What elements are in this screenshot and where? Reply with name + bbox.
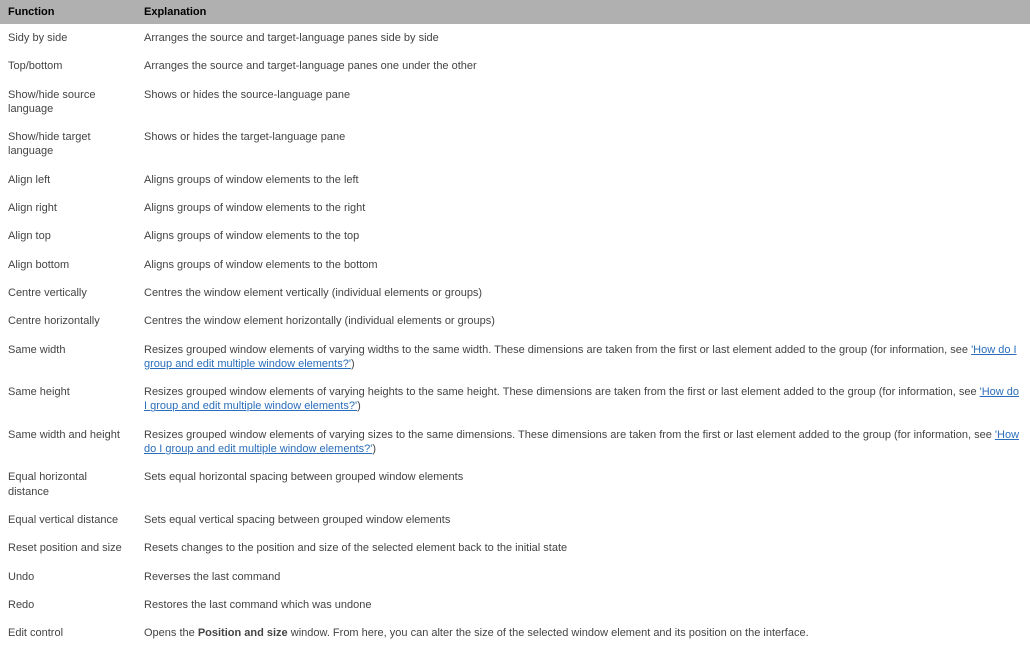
table-row: Align leftAligns groups of window elemen… [0, 166, 1030, 194]
function-cell: Reset position and size [0, 534, 136, 562]
explanation-suffix: window. From here, you can alter the siz… [288, 627, 809, 639]
explanation-cell: Shows or hides the source-language pane [136, 81, 1030, 124]
function-cell: Edit control [0, 619, 136, 647]
table-row: UndoReverses the last command [0, 563, 1030, 591]
table-row: Edit controlOpens the Position and size … [0, 619, 1030, 647]
explanation-cell: Shows or hides the target-language pane [136, 123, 1030, 166]
explanation-cell: Arranges the source and target-language … [136, 24, 1030, 52]
function-cell: Align right [0, 194, 136, 222]
explanation-cell: Aligns groups of window elements to the … [136, 222, 1030, 250]
table-header-row: Function Explanation [0, 0, 1030, 24]
table-row: Centre horizontallyCentres the window el… [0, 307, 1030, 335]
explanation-suffix: ) [357, 400, 361, 412]
table-row: Equal vertical distanceSets equal vertic… [0, 506, 1030, 534]
function-cell: Same width [0, 336, 136, 379]
explanation-text: Resizes grouped window elements of varyi… [144, 344, 971, 356]
explanation-cell: Opens the Position and size window. From… [136, 619, 1030, 647]
table-row: Centre verticallyCentres the window elem… [0, 279, 1030, 307]
bold-term: Position and size [198, 627, 288, 639]
explanation-cell: Aligns groups of window elements to the … [136, 194, 1030, 222]
function-cell: Centre vertically [0, 279, 136, 307]
explanation-text: Resizes grouped window elements of varyi… [144, 386, 980, 398]
function-cell: Redo [0, 591, 136, 619]
explanation-cell: Centres the window element vertically (i… [136, 279, 1030, 307]
function-cell: Same height [0, 378, 136, 421]
function-cell: Align bottom [0, 251, 136, 279]
explanation-cell: Arranges the source and target-language … [136, 52, 1030, 80]
function-cell: Equal horizontal distance [0, 463, 136, 506]
table-row: Same width Resizes grouped window element… [0, 336, 1030, 379]
table-row: Show/hide source languageShows or hides … [0, 81, 1030, 124]
header-function: Function [0, 0, 136, 24]
explanation-cell: Resizes grouped window elements of varyi… [136, 378, 1030, 421]
table-row: Show/hide target languageShows or hides … [0, 123, 1030, 166]
explanation-cell: Resizes grouped window elements of varyi… [136, 336, 1030, 379]
function-cell: Top/bottom [0, 52, 136, 80]
explanation-cell: Sets equal vertical spacing between grou… [136, 506, 1030, 534]
explanation-cell: Resets changes to the position and size … [136, 534, 1030, 562]
explanation-cell: Reverses the last command [136, 563, 1030, 591]
function-cell: Show/hide target language [0, 123, 136, 166]
table-row: Align topAligns groups of window element… [0, 222, 1030, 250]
function-cell: Same width and height [0, 421, 136, 464]
explanation-cell: Aligns groups of window elements to the … [136, 166, 1030, 194]
function-cell: Align top [0, 222, 136, 250]
explanation-cell: Sets equal horizontal spacing between gr… [136, 463, 1030, 506]
explanation-cell: Resizes grouped window elements of varyi… [136, 421, 1030, 464]
header-explanation: Explanation [136, 0, 1030, 24]
function-cell: Align left [0, 166, 136, 194]
function-cell: Centre horizontally [0, 307, 136, 335]
explanation-cell: Aligns groups of window elements to the … [136, 251, 1030, 279]
table-row: Align rightAligns groups of window eleme… [0, 194, 1030, 222]
function-cell: Undo [0, 563, 136, 591]
function-cell: Equal vertical distance [0, 506, 136, 534]
table-row: Equal horizontal distanceSets equal hori… [0, 463, 1030, 506]
table-row: Sidy by sideArranges the source and targ… [0, 24, 1030, 52]
explanation-cell: Restores the last command which was undo… [136, 591, 1030, 619]
table-row: Top/bottomArranges the source and target… [0, 52, 1030, 80]
table-row: Same height Resizes grouped window elemen… [0, 378, 1030, 421]
table-row: Reset position and sizeResets changes to… [0, 534, 1030, 562]
explanation-text: Resizes grouped window elements of varyi… [144, 429, 995, 441]
explanation-suffix: ) [351, 358, 355, 370]
table-row: Same width and height Resizes grouped win… [0, 421, 1030, 464]
explanation-cell: Centres the window element horizontally … [136, 307, 1030, 335]
table-row: RedoRestores the last command which was … [0, 591, 1030, 619]
explanation-text: Opens the [144, 627, 198, 639]
explanation-suffix: ) [372, 443, 376, 455]
table-row: Align bottomAligns groups of window elem… [0, 251, 1030, 279]
function-cell: Show/hide source language [0, 81, 136, 124]
function-cell: Sidy by side [0, 24, 136, 52]
functions-table: Function Explanation Sidy by sideArrange… [0, 0, 1030, 647]
